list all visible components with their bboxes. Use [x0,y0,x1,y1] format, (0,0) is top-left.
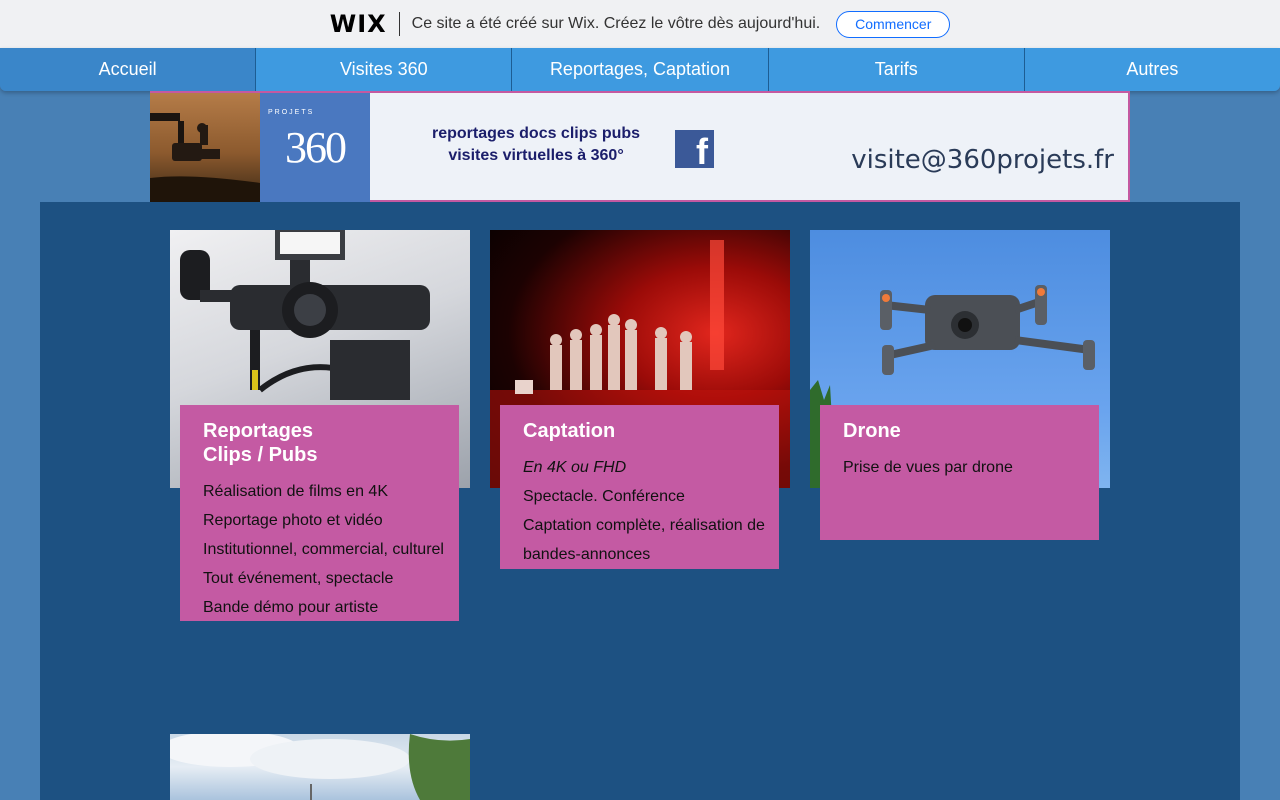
card-reportages: Reportages Clips / Pubs Réalisation de f… [180,405,459,621]
header-camera-photo [150,93,260,202]
tagline-line-2: visites virtuelles à 360° [448,147,624,164]
site-header: PROJETS 360 reportages docs clips pubs v… [150,91,1130,202]
card-line: Bande démo pour artiste [203,599,379,616]
landscape-photo [170,734,470,800]
card-line: Réalisation de films en 4K [203,483,388,500]
nav-item-tarifs[interactable]: Tarifs [767,48,1024,91]
card-line: bandes-annonces [523,546,651,563]
facebook-icon[interactable]: f [675,130,714,172]
logo-number: 360 [285,123,347,172]
card-drone: Drone Prise de vues par drone [820,405,1099,540]
commencer-button[interactable]: Commencer [836,10,951,38]
card-subtitle: En 4K ou FHD [523,459,627,476]
card-title: Reportages [203,420,314,442]
card-line: Tout événement, spectacle [203,570,394,587]
main-panel: Reportages Clips / Pubs Réalisation de f… [40,202,1240,800]
card-line: Prise de vues par drone [843,459,1013,476]
nav-item-reportages-captation[interactable]: Reportages, Captation [511,48,768,91]
nav-item-autres[interactable]: Autres [1023,48,1280,91]
card-line: Reportage photo et vidéo [203,512,383,529]
card-captation: Captation En 4K ou FHD Spectacle. Confér… [500,405,779,569]
wix-banner: WIX Ce site a été créé sur Wix. Créez le… [0,0,1280,48]
facebook-glyph: f [696,131,708,172]
card-line: Spectacle. Conférence [523,488,685,505]
card-title: Captation [523,420,616,442]
card-line: Institutionnel, commercial, culturel [203,541,444,558]
main-nav: Accueil Visites 360 Reportages, Captatio… [0,48,1280,91]
wix-message: Ce site a été créé sur Wix. Créez le vôt… [411,15,821,32]
logo-small-text: PROJETS [268,109,315,116]
header-email[interactable]: visite@360projets.fr [851,145,1114,175]
landscape-illustration [170,734,470,800]
tagline-line-1: reportages docs clips pubs [432,125,641,142]
card-title: Drone [843,420,901,442]
header-tagline: reportages docs clips pubs visites virtu… [432,123,640,167]
wix-separator [398,12,400,36]
camera-operator-silhouette [150,113,260,202]
wix-logo[interactable]: WIX [330,10,387,38]
brand-logo[interactable]: PROJETS 360 [260,93,370,202]
card-title-2: Clips / Pubs [203,444,318,466]
nav-item-visites-360[interactable]: Visites 360 [255,48,512,91]
card-line: Captation complète, réalisation de [523,517,765,534]
nav-item-accueil[interactable]: Accueil [0,48,256,91]
